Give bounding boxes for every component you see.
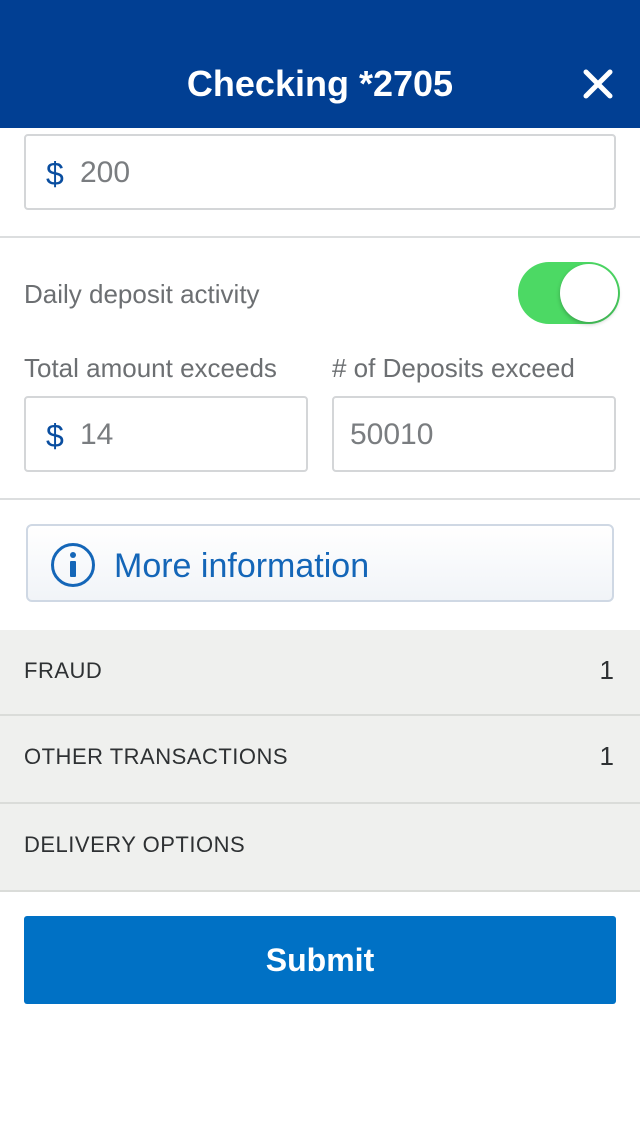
info-icon <box>51 543 95 587</box>
section-count: 1 <box>599 655 614 685</box>
daily-deposit-label: Daily deposit activity <box>24 279 260 309</box>
page-title: Checking *2705 <box>186 63 454 104</box>
deposit-count-input[interactable]: 50010 <box>332 396 616 472</box>
currency-symbol: $ <box>46 418 64 454</box>
threshold-amount-input[interactable]: $ 200 <box>24 134 616 210</box>
divider <box>0 236 640 238</box>
toggle-knob <box>560 264 618 322</box>
section-title: FRAUD <box>24 658 103 683</box>
divider <box>0 890 640 892</box>
threshold-amount-value: 200 <box>80 156 131 189</box>
total-amount-label: Total amount exceeds <box>24 353 277 383</box>
divider <box>0 498 640 500</box>
submit-label: Submit <box>265 942 375 978</box>
deposit-count-value: 50010 <box>350 418 434 451</box>
more-information-button[interactable]: More information <box>26 524 614 602</box>
daily-deposit-toggle[interactable] <box>518 262 620 324</box>
section-title: DELIVERY OPTIONS <box>24 832 246 857</box>
currency-symbol: $ <box>46 156 64 192</box>
close-icon <box>583 69 613 99</box>
section-delivery-options[interactable]: DELIVERY OPTIONS <box>0 804 640 890</box>
submit-button[interactable]: Submit <box>24 916 616 1004</box>
total-amount-input[interactable]: $ 14 <box>24 396 308 472</box>
deposit-count-label: # of Deposits exceed <box>332 353 575 383</box>
section-fraud[interactable]: FRAUD 1 <box>0 630 640 716</box>
section-other-transactions[interactable]: OTHER TRANSACTIONS 1 <box>0 716 640 802</box>
total-amount-value: 14 <box>80 418 114 451</box>
section-title: OTHER TRANSACTIONS <box>24 744 289 769</box>
app-header: Checking *2705 <box>0 0 640 128</box>
more-information-label: More information <box>114 547 370 585</box>
section-count: 1 <box>599 741 614 771</box>
close-button[interactable] <box>576 62 620 106</box>
